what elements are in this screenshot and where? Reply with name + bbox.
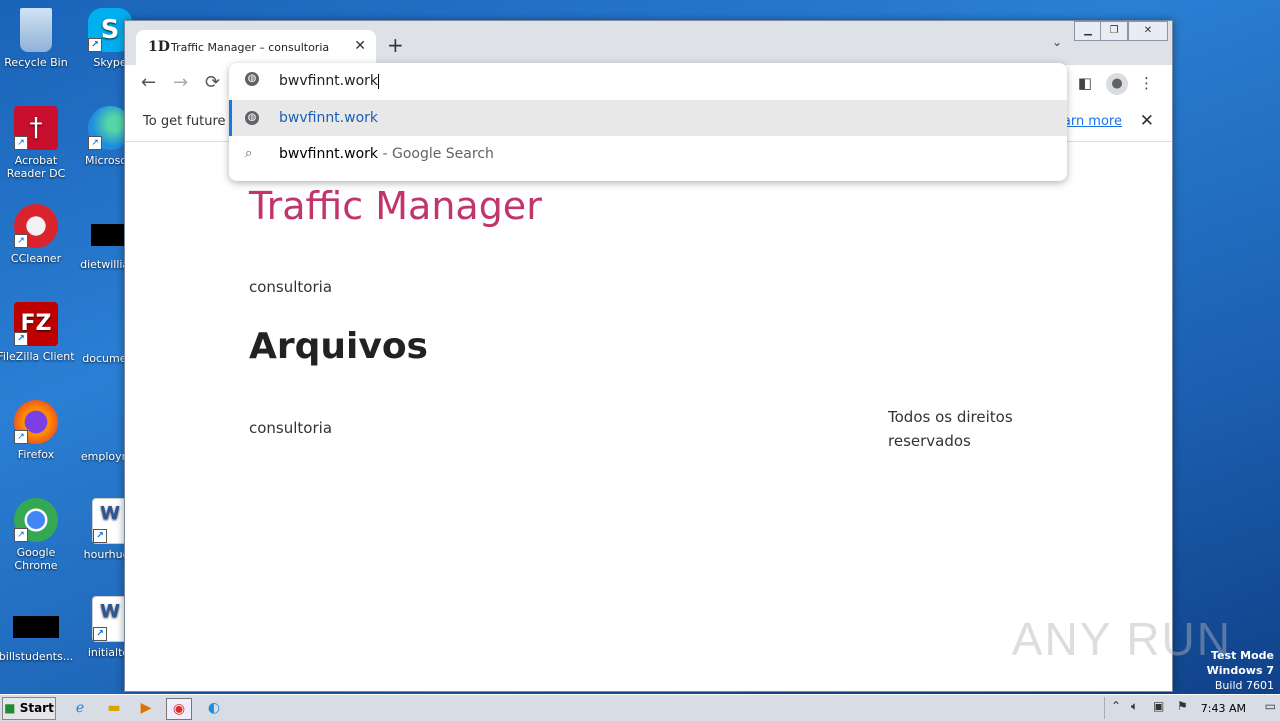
tray-expand-icon[interactable]: ⌃: [1111, 699, 1121, 713]
desktop-icon-label: billstudents...: [0, 650, 74, 663]
search-icon: ⌕: [245, 146, 253, 161]
recycle-bin-icon: [20, 8, 52, 52]
clock[interactable]: 7:43 AM: [1201, 702, 1246, 715]
start-label: Start: [19, 701, 54, 715]
info-bar-close-icon[interactable]: ✕: [1140, 111, 1154, 131]
test-mode-line1: Test Mode: [1211, 649, 1274, 662]
minimize-button[interactable]: ▁: [1074, 21, 1102, 41]
back-arrow-icon[interactable]: ←: [141, 72, 156, 93]
tab-search-chevron-icon[interactable]: ⌄: [1052, 35, 1062, 49]
filezilla-icon: FZ ↗: [14, 302, 58, 346]
tab-strip: 1D Traffic Manager – consultoria ✕ + ⌄ ▁…: [125, 21, 1172, 65]
desktop-icon-label: FileZilla Client: [0, 350, 75, 363]
ie-taskbar-icon[interactable]: ℯ: [68, 698, 92, 718]
globe-icon: ◍: [245, 72, 259, 86]
side-panel-icon[interactable]: ◧: [1078, 74, 1092, 92]
build-number: Build 7601: [1214, 679, 1274, 692]
page-heading: Arquivos: [249, 326, 428, 367]
suggestion-url[interactable]: ◍ bwvfinnt.work: [229, 100, 1067, 136]
footer-rights-text: Todos os direitos reservados: [888, 408, 1013, 450]
tab-close-icon[interactable]: ✕: [354, 38, 366, 54]
desktop-icon-label: Acrobat Reader DC: [6, 154, 66, 180]
globe-icon: ◍: [245, 111, 259, 125]
desktop-icon-recycle-bin[interactable]: Recycle Bin: [0, 8, 76, 69]
start-button[interactable]: ■ Start: [2, 697, 56, 720]
desktop-icon-firefox[interactable]: ↗ Firefox: [0, 400, 76, 461]
system-tray: ⌃ 🔈︎ ▣ ⚑ 7:43 AM ▭: [1104, 697, 1280, 719]
suggestion-search[interactable]: ⌕ bwvfinnt.work - Google Search: [229, 136, 1067, 172]
word-doc-icon: W ↗: [92, 498, 128, 544]
media-player-taskbar-icon[interactable]: ▶: [134, 698, 158, 718]
chrome-icon: ↗: [14, 498, 58, 542]
show-desktop-icon[interactable]: ▭: [1265, 699, 1276, 713]
network-icon[interactable]: ▣: [1153, 699, 1164, 713]
desktop-icon-label: CCleaner: [10, 252, 62, 265]
desktop-icon-label: Google Chrome: [14, 546, 58, 572]
desktop-icon-filezilla[interactable]: FZ ↗ FileZilla Client: [0, 302, 76, 363]
test-mode-line2: Windows 7: [1206, 664, 1274, 677]
page-content: Traffic Manager consultoria Arquivos con…: [125, 142, 1172, 691]
explorer-taskbar-icon[interactable]: ▬: [102, 698, 126, 718]
menu-kebab-icon[interactable]: ⋮: [1139, 74, 1154, 92]
word-doc-icon: W ↗: [92, 596, 128, 642]
new-tab-button[interactable]: +: [387, 33, 404, 57]
forward-arrow-icon[interactable]: →: [173, 72, 188, 93]
desktop-icon-billstudents[interactable]: billstudents...: [0, 606, 76, 663]
footer-left-text: consultoria: [249, 419, 333, 437]
windows-logo-icon: ■: [4, 701, 16, 715]
tab-active[interactable]: 1D Traffic Manager – consultoria ✕: [136, 30, 376, 65]
suggestion-url-text: bwvfinnt.work: [279, 110, 379, 126]
acrobat-icon: † ↗: [14, 106, 58, 150]
desktop-icon-chrome[interactable]: ↗ Google Chrome: [0, 498, 76, 572]
firefox-icon: ↗: [14, 400, 58, 444]
test-mode-notice: Test Mode Windows 7 Build 7601: [1207, 648, 1274, 693]
restore-button[interactable]: ❐: [1100, 21, 1128, 41]
desktop-icon-label: Recycle Bin: [4, 56, 68, 69]
ccleaner-icon: ↗: [14, 204, 58, 248]
desktop-icon-label: Firefox: [17, 448, 55, 461]
address-input[interactable]: bwvfinnt.work: [279, 73, 380, 89]
profile-avatar-icon[interactable]: ●: [1106, 73, 1128, 95]
action-center-flag-icon[interactable]: ⚑: [1177, 699, 1188, 713]
suggestion-search-text: bwvfinnt.work - Google Search: [279, 146, 494, 162]
site-title[interactable]: Traffic Manager: [249, 182, 549, 230]
file-icon: [13, 616, 59, 638]
omnibox-dropdown: ◍ bwvfinnt.work ◍ bwvfinnt.work ⌕ bwvfin…: [229, 63, 1067, 181]
desktop-icon-ccleaner[interactable]: ↗ CCleaner: [0, 204, 76, 265]
taskbar: ■ Start ℯ ▬ ▶ ◉ ◐ ⌃ 🔈︎ ▣ ⚑ 7:43 AM ▭: [0, 694, 1280, 721]
site-tagline: consultoria: [249, 278, 333, 296]
reload-icon[interactable]: ⟳: [205, 72, 220, 93]
site-favicon-icon: 1D: [148, 39, 170, 55]
desktop-icon-acrobat[interactable]: † ↗ Acrobat Reader DC: [0, 106, 76, 180]
close-window-button[interactable]: ✕: [1128, 21, 1168, 41]
anyrun-watermark: ANY RUN: [1011, 613, 1232, 665]
info-bar-text: To get future G: [143, 114, 240, 129]
address-bar[interactable]: ◍ bwvfinnt.work: [229, 63, 1067, 99]
edge-taskbar-icon[interactable]: ◐: [202, 698, 226, 718]
chrome-taskbar-icon[interactable]: ◉: [166, 698, 192, 720]
tab-title: Traffic Manager – consultoria: [171, 41, 330, 54]
volume-icon[interactable]: 🔈︎: [1131, 699, 1138, 714]
